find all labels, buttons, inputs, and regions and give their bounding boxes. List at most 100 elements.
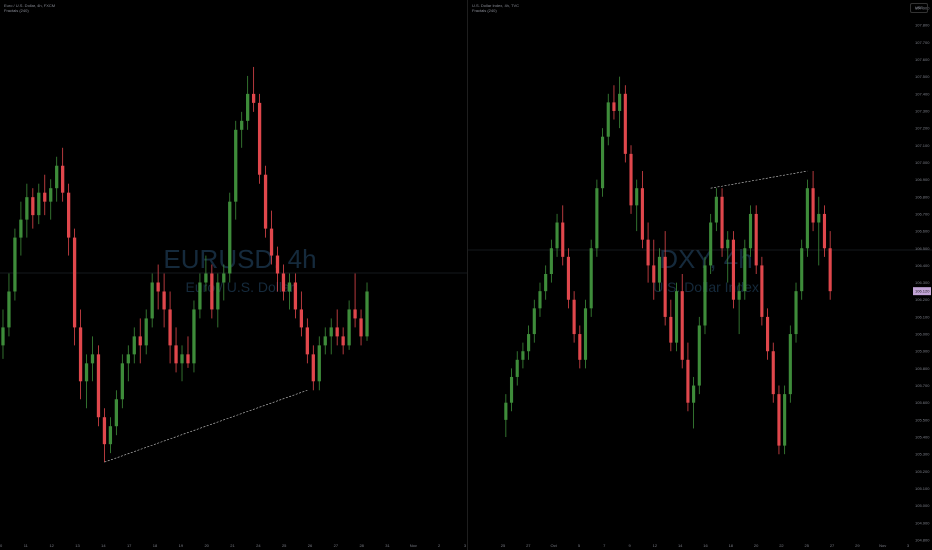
candle-body [216, 282, 220, 310]
candle-body [180, 354, 184, 364]
price-tick-label: 104.800 [915, 538, 930, 543]
dxy-chart-pane[interactable]: U.S. Dollar Index, 4h, TVC Fractals (240… [468, 0, 932, 550]
candle-body [114, 399, 119, 427]
candle-body [269, 228, 274, 256]
date-tick-label: 12 [49, 543, 54, 548]
dxy-candles: DXY, 4h U.S. Dollar Index 107.900107.800… [468, 6, 932, 548]
candle-body [709, 222, 713, 266]
candle-body [504, 402, 508, 420]
candle-body [96, 354, 101, 418]
candle-body [629, 153, 633, 206]
price-tick-label: 105.100 [915, 486, 930, 491]
candle-body [192, 309, 196, 364]
candle-body [635, 188, 639, 206]
candle-body [31, 197, 35, 216]
price-tick-label: 106.300 [915, 280, 930, 285]
candle-body [263, 174, 268, 229]
date-tick-label: 11 [24, 543, 29, 548]
candle-body [521, 351, 525, 360]
date-tick-label: 20 [754, 543, 759, 548]
date-tick-label: 31 [385, 543, 390, 548]
candle-body [640, 188, 644, 240]
candle-body [692, 385, 696, 403]
price-tick-label: 107.300 [915, 108, 930, 113]
date-tick-label: 29 [855, 543, 860, 548]
candle-body [549, 248, 553, 274]
price-tick-label: 107.100 [915, 143, 930, 148]
date-tick-label: 27 [334, 543, 339, 548]
candle-body [811, 188, 815, 223]
candle-body [222, 273, 226, 283]
candle-body [828, 248, 832, 292]
candle-body [37, 192, 41, 216]
price-tick-label: 104.900 [915, 520, 930, 525]
price-tick-label: 106.000 [915, 332, 930, 337]
price-tick-label: 105.800 [915, 366, 930, 371]
price-tick-label: 107.200 [915, 126, 930, 131]
candle-body [305, 327, 309, 355]
candle-body [663, 256, 667, 317]
candle-body [174, 345, 178, 364]
currency-button[interactable]: USD [910, 3, 928, 13]
candle-body [234, 129, 238, 202]
candle-body [257, 102, 262, 175]
candle-body [527, 334, 531, 352]
candle-body [287, 282, 292, 292]
price-tick-label: 105.500 [915, 417, 930, 422]
candle-body [766, 316, 770, 352]
date-tick-label: 27 [830, 543, 835, 548]
candle-body [532, 308, 536, 335]
candle-body [714, 196, 718, 223]
price-tick-label: 106.400 [915, 263, 930, 268]
candle-body [90, 354, 95, 364]
date-tick-label: 27 [526, 543, 531, 548]
candle-body [66, 192, 71, 238]
date-tick-label: 22 [779, 543, 784, 548]
date-tick-label: 19 [179, 543, 184, 548]
candle-body [680, 291, 684, 360]
candle-body [544, 274, 548, 292]
date-tick-label: 17 [127, 543, 132, 548]
date-tick-label: 20 [204, 543, 209, 548]
candle-body [1, 327, 5, 346]
candle-body [760, 265, 764, 317]
watermark-name: Euro / U.S. Dollar [186, 279, 295, 295]
date-tick-label: 10 [0, 543, 3, 548]
candle-body [281, 273, 286, 292]
candle-body [186, 354, 190, 364]
candle-body [275, 255, 280, 274]
candle-body [25, 197, 29, 220]
eurusd-chart-pane[interactable]: Euro / U.S. Dollar, 4h, FXCM Fractals (2… [0, 0, 497, 550]
price-tick-label: 105.300 [915, 452, 930, 457]
candle-body [138, 336, 142, 346]
candle-body [805, 188, 809, 249]
eurusd-candles: EURUSD, 4h Euro / U.S. Dollar 1.075001.0… [0, 66, 467, 548]
candle-body [317, 345, 321, 382]
candle-body [800, 248, 804, 292]
candle-body [783, 394, 787, 446]
price-tick-label: 107.400 [915, 91, 930, 96]
date-tick-label: 13 [75, 543, 80, 548]
candle-body [365, 291, 369, 337]
candle-body [697, 325, 701, 386]
date-tick-label: 14 [101, 543, 106, 548]
candle-body [108, 426, 113, 445]
candle-body [515, 359, 519, 377]
price-tick-label: 105.900 [915, 349, 930, 354]
price-tick-label: 106.800 [915, 194, 930, 199]
date-tick-label: 25 [805, 543, 810, 548]
candle-body [228, 201, 232, 274]
price-tick-label: 106.200 [915, 297, 930, 302]
candle-body [583, 308, 588, 360]
price-tick-label: 105.400 [915, 435, 930, 440]
candle-body [150, 282, 154, 319]
price-tick-label: 106.900 [915, 177, 930, 182]
candle-body [246, 93, 250, 121]
candle-body [329, 327, 333, 337]
candle-body [737, 291, 741, 300]
date-tick-label: 7 [603, 543, 606, 548]
price-tick-label: 107.000 [915, 160, 930, 165]
candle-body [156, 282, 160, 292]
date-tick-label: Nov [410, 543, 417, 548]
candle-body [754, 213, 758, 266]
